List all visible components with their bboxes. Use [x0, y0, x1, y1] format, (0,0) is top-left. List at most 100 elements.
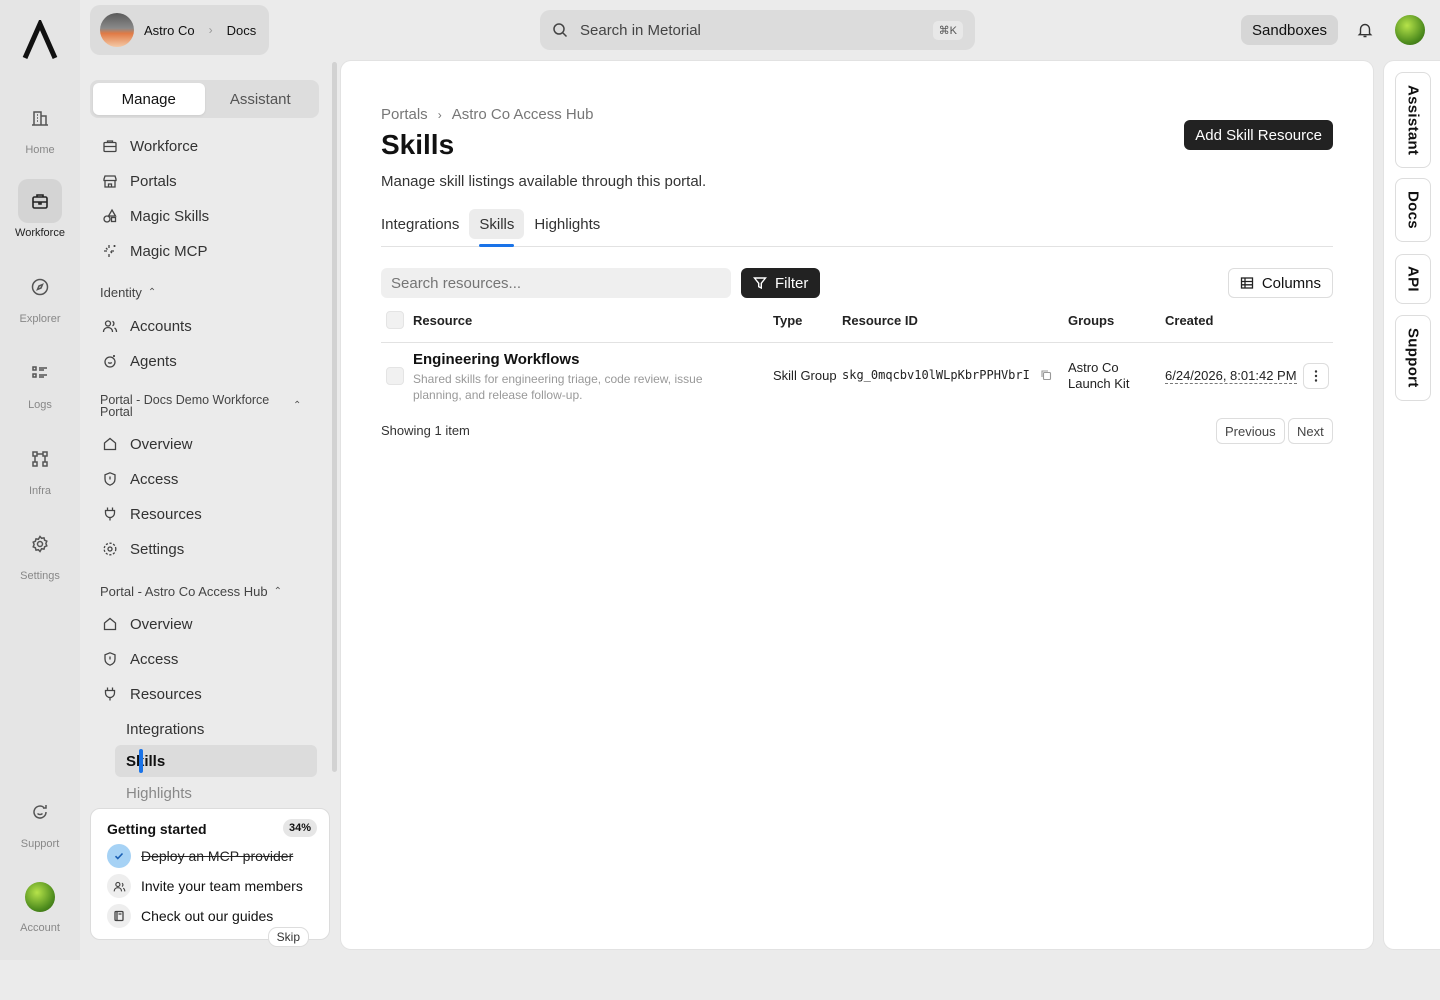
select-all-checkbox[interactable]	[386, 311, 404, 329]
sidebar-subitem-highlights[interactable]: Highlights	[90, 777, 319, 809]
breadcrumb: Portals › Astro Co Access Hub	[381, 106, 593, 123]
bot-icon	[104, 355, 116, 368]
table-divider	[381, 342, 1333, 343]
briefcase-icon	[103, 140, 117, 153]
resource-created: 6/24/2026, 8:01:42 PM	[1165, 368, 1297, 384]
search-placeholder: Search in Metorial	[580, 21, 701, 39]
rail-logs[interactable]: Logs	[0, 351, 80, 411]
column-header-resource-id[interactable]: Resource ID	[842, 313, 918, 328]
sidebar-scrollbar[interactable]	[332, 62, 337, 772]
sidebar-item-resources-1[interactable]: Resources	[90, 498, 319, 530]
rail-workforce[interactable]: Workforce	[0, 179, 80, 239]
sidebar-item-resources-2[interactable]: Resources	[90, 678, 319, 710]
sparkles-icon	[104, 245, 116, 257]
sidebar-item-settings-1[interactable]: Settings	[90, 533, 319, 565]
users-icon	[107, 874, 131, 898]
sidebar-item-agents[interactable]: Agents	[90, 345, 319, 377]
book-icon	[107, 904, 131, 928]
next-page-button[interactable]: Next	[1288, 418, 1333, 444]
sidebar-item-workforce[interactable]: Workforce	[90, 130, 319, 162]
tab-integrations[interactable]: Integrations	[381, 209, 469, 239]
getting-started-card: Getting started 34% Deploy an MCP provid…	[90, 808, 330, 947]
tab-skills[interactable]: Skills	[469, 209, 525, 247]
task-invite-team[interactable]: Invite your team members	[107, 871, 313, 901]
shapes-icon	[103, 208, 117, 223]
sidebar-item-access-1[interactable]: Access	[90, 463, 319, 495]
segment-assistant[interactable]: Assistant	[205, 83, 317, 115]
resource-search-input[interactable]	[381, 268, 731, 298]
section-portal-docs-demo[interactable]: Portal - Docs Demo Workforce Portal ⌃	[100, 394, 315, 419]
tab-highlights[interactable]: Highlights	[524, 209, 610, 239]
section-portal-astro-co[interactable]: Portal - Astro Co Access Hub ⌃	[100, 584, 282, 599]
resource-id: skg_0mqcbv10lWLpKbrPPHVbrI	[842, 368, 1030, 382]
list-icon	[18, 351, 62, 395]
rail-support[interactable]: Support	[0, 790, 80, 850]
sidebar-subitem-integrations[interactable]: Integrations	[90, 713, 319, 745]
section-identity[interactable]: Identity ⌃	[100, 285, 156, 300]
sidebar-item-magic-skills[interactable]: Magic Skills	[90, 200, 319, 232]
global-search[interactable]: Search in Metorial ⌘K	[540, 10, 975, 50]
sidebar-item-access-2[interactable]: Access	[90, 643, 319, 675]
avatar	[25, 882, 55, 912]
docs-link[interactable]: Docs	[227, 23, 257, 38]
briefcase-icon	[18, 179, 62, 223]
user-avatar[interactable]	[1395, 15, 1425, 45]
segment-manage[interactable]: Manage	[93, 83, 205, 115]
sidebar-item-magic-mcp[interactable]: Magic MCP	[90, 235, 319, 267]
docs-tab[interactable]: Docs	[1395, 178, 1431, 242]
users-icon	[102, 320, 118, 333]
progress-badge: 34%	[282, 819, 317, 837]
previous-page-button[interactable]: Previous	[1216, 418, 1285, 444]
breadcrumb-portals[interactable]: Portals	[381, 106, 428, 123]
search-icon	[553, 23, 568, 38]
column-header-created[interactable]: Created	[1165, 313, 1213, 328]
app-rail: Home Workforce Explorer Logs Infra Setti…	[0, 0, 80, 960]
rail-settings[interactable]: Settings	[0, 522, 80, 582]
rail-explorer[interactable]: Explorer	[0, 265, 80, 325]
more-vertical-icon	[1314, 370, 1318, 382]
copy-icon[interactable]	[1040, 369, 1052, 381]
shield-icon	[104, 472, 116, 486]
resource-name[interactable]: Engineering Workflows	[413, 351, 579, 368]
gear-icon	[103, 542, 117, 556]
sidebar-item-portals[interactable]: Portals	[90, 165, 319, 197]
chat-icon	[18, 790, 62, 834]
mode-segmented-control: Manage Assistant	[90, 80, 319, 118]
row-actions-button[interactable]	[1303, 363, 1329, 389]
chevron-up-icon: ⌃	[293, 400, 302, 411]
filter-button[interactable]: Filter	[741, 268, 821, 298]
task-deploy-provider[interactable]: Deploy an MCP provider	[107, 841, 313, 871]
rail-home[interactable]: Home	[0, 96, 80, 156]
plug-icon	[104, 687, 116, 701]
sidebar-item-overview-2[interactable]: Overview	[90, 608, 319, 640]
sidebar-item-accounts[interactable]: Accounts	[90, 310, 319, 342]
bell-icon[interactable]	[1356, 21, 1374, 39]
support-tab[interactable]: Support	[1395, 315, 1431, 401]
org-avatar	[100, 13, 134, 47]
tab-bar: Integrations Skills Highlights	[381, 209, 1333, 247]
metorial-logo[interactable]	[22, 20, 58, 60]
sidebar-item-overview-1[interactable]: Overview	[90, 428, 319, 460]
breadcrumb-portal[interactable]: Astro Co Access Hub	[452, 106, 594, 123]
column-header-type[interactable]: Type	[773, 313, 802, 328]
rail-infra[interactable]: Infra	[0, 437, 80, 497]
sidebar-subitem-skills[interactable]: Skills	[115, 745, 317, 777]
columns-button[interactable]: Columns	[1227, 268, 1333, 298]
main-panel: Portals › Astro Co Access Hub Skills Man…	[341, 61, 1373, 949]
rail-account[interactable]: Account	[0, 882, 80, 934]
row-checkbox[interactable]	[386, 367, 404, 385]
chevron-up-icon: ⌃	[147, 287, 157, 298]
column-header-groups[interactable]: Groups	[1068, 313, 1114, 328]
resource-groups: Astro Co Launch Kit	[1068, 360, 1130, 391]
api-tab[interactable]: API	[1395, 254, 1431, 304]
assistant-tab[interactable]: Assistant	[1395, 72, 1431, 168]
item-count: Showing 1 item	[381, 423, 470, 438]
org-switcher[interactable]: Astro Co › Docs	[90, 5, 269, 55]
column-header-resource[interactable]: Resource	[413, 313, 472, 328]
resource-type: Skill Group	[773, 368, 837, 383]
add-skill-resource-button[interactable]: Add Skill Resource	[1184, 120, 1333, 150]
shield-icon	[104, 652, 116, 666]
chevron-right-icon: ›	[437, 107, 442, 122]
skip-button[interactable]: Skip	[267, 927, 309, 947]
sandboxes-button[interactable]: Sandboxes	[1241, 15, 1339, 45]
